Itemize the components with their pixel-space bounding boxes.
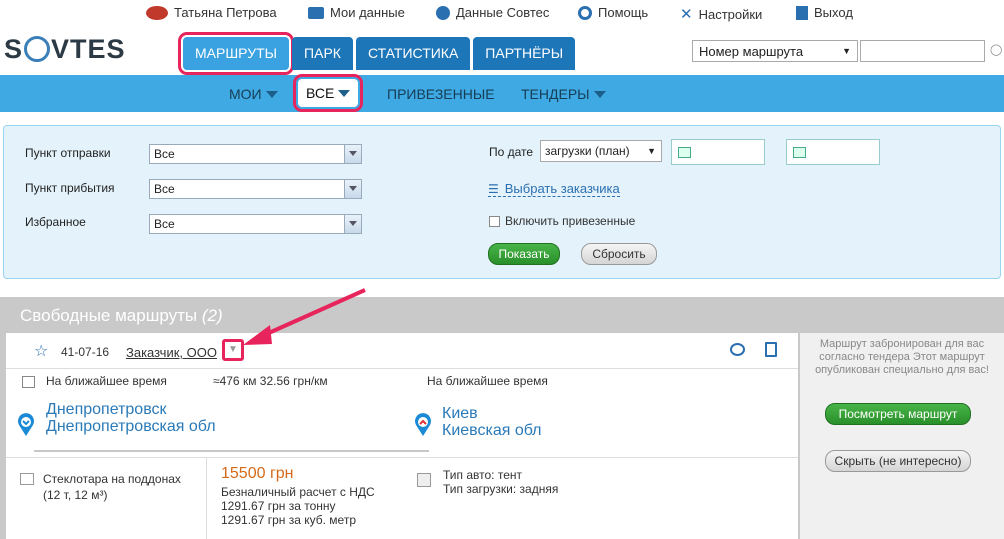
distance-rate: ≈476 км 32.56 грн/км (213, 374, 328, 388)
calendar-icon[interactable] (678, 147, 691, 158)
main-tabs: МАРШРУТЫ ПАРК СТАТИСТИКА ПАРТНЁРЫ (177, 32, 576, 75)
list-icon: ☰ (488, 181, 499, 196)
sovtes-data-link[interactable]: Данные Совтес (436, 5, 549, 20)
document-icon[interactable] (765, 342, 777, 357)
route-number: 41-07-16 (61, 345, 110, 359)
divider (6, 457, 798, 458)
user-menu[interactable]: Татьяна Петрова (146, 5, 277, 20)
caret-down-icon (338, 89, 351, 97)
caret-down-icon (593, 90, 606, 98)
globe-icon (436, 5, 450, 20)
sovtes-logo[interactable]: S VTES (4, 34, 126, 65)
arrival-time: На ближайшее время (427, 374, 548, 388)
favorite-label: Избранное (25, 215, 86, 229)
route-number-select[interactable]: Номер маршрута ▼ (692, 40, 858, 62)
choose-customer-link[interactable]: ☰ Выбрать заказчика (488, 181, 620, 197)
truck-type: Тип авто: тент (443, 468, 522, 482)
filter-panel: Пункт отправки Все Пункт прибытия Все Из… (3, 125, 1001, 279)
divider (6, 368, 798, 369)
departure-time: На ближайшее время (46, 374, 167, 388)
wrench-icon: ✕ (680, 6, 693, 23)
include-delivered-checkbox[interactable]: Включить привезенные (489, 214, 635, 228)
destination-pin-icon (415, 413, 431, 436)
tab-partners[interactable]: ПАРТНЁРЫ (473, 37, 576, 70)
tender-note: Маршрут забронирован для вас согласно те… (815, 338, 989, 376)
caret-down-icon (265, 90, 278, 98)
logout-link[interactable]: Выход (796, 5, 853, 20)
star-icon[interactable]: ☆ (34, 341, 48, 361)
departure-select[interactable]: Все (149, 144, 362, 164)
favorite-select[interactable]: Все (149, 214, 362, 234)
chevron-down-icon (344, 215, 361, 233)
tab-statistics[interactable]: СТАТИСТИКА (355, 37, 471, 70)
subnav-all[interactable]: ВСЕ (292, 74, 364, 112)
my-data-link[interactable]: Мои данные (308, 5, 405, 20)
user-name: Татьяна Петрова (174, 5, 277, 20)
route-actions-panel: Маршрут забронирован для вас согласно те… (800, 333, 1004, 539)
routes-title: Свободные маршруты (2) (20, 306, 223, 325)
chevron-down-icon (344, 145, 361, 163)
header: S VTES МАРШРУТЫ ПАРК СТАТИСТИКА ПАРТНЁРЫ … (0, 26, 1004, 75)
subnav-tenders[interactable]: ТЕНДЕРЫ (521, 86, 606, 102)
price-per-m3: 1291.67 грн за куб. метр (221, 513, 356, 527)
chat-icon[interactable] (730, 343, 745, 356)
sub-navigation: МОИ ВСЕ ПРИВЕЗЕННЫЕ ТЕНДЕРЫ (0, 74, 1004, 112)
arrival-select[interactable]: Все (149, 179, 362, 199)
exit-door-icon (796, 5, 808, 20)
pallet-icon (20, 473, 34, 485)
lifebuoy-icon (578, 5, 592, 20)
truck-icon (417, 473, 431, 487)
date-from-input[interactable] (671, 139, 765, 165)
date-type-select[interactable]: загрузки (план) ▼ (540, 140, 662, 162)
chevron-down-icon: ▼ (647, 146, 656, 156)
payment-type: Безналичный расчет с НДС (221, 485, 375, 499)
reset-button[interactable]: Сбросить (581, 243, 657, 265)
search-icon[interactable]: ◯ (990, 43, 1002, 56)
user-avatar-icon (146, 5, 168, 20)
to-city[interactable]: Киев (442, 405, 478, 422)
chevron-down-icon (344, 180, 361, 198)
cargo-size: (12 т, 12 м³) (43, 488, 108, 502)
calendar-icon (22, 376, 35, 388)
checkbox-box[interactable] (489, 215, 500, 227)
date-to-input[interactable] (786, 139, 880, 165)
divider (206, 458, 207, 539)
from-region: Днепропетровская обл (46, 418, 216, 435)
help-link[interactable]: Помощь (578, 5, 648, 20)
tab-park[interactable]: ПАРК (292, 37, 353, 70)
id-card-icon (308, 6, 324, 19)
origin-pin-icon (18, 413, 34, 436)
loading-type: Тип загрузки: задняя (443, 482, 559, 496)
customer-link[interactable]: Заказчик, ООО (126, 345, 217, 360)
route-search-input[interactable] (860, 40, 985, 62)
settings-link[interactable]: ✕ Настройки (680, 5, 762, 23)
price-per-ton: 1291.67 грн за тонну (221, 499, 336, 513)
subnav-mine[interactable]: МОИ (229, 86, 278, 102)
date-label: По дате (489, 145, 534, 159)
route-price: 15500 грн (221, 465, 294, 482)
routes-count: (2) (201, 306, 223, 325)
view-route-button[interactable]: Посмотреть маршрут (825, 403, 971, 425)
to-region: Киевская обл (442, 422, 542, 439)
tab-routes[interactable]: МАРШРУТЫ (177, 32, 295, 75)
from-city[interactable]: Днепропетровск (46, 401, 167, 418)
hide-route-button[interactable]: Скрыть (не интересно) (825, 450, 971, 472)
subnav-delivered[interactable]: ПРИВЕЗЕННЫЕ (387, 86, 495, 102)
free-routes-panel: Свободные маршруты (2) ☆ 41-07-16 Заказч… (0, 297, 1004, 539)
cargo-name: Стеклотара на поддонах (43, 472, 181, 486)
departure-label: Пункт отправки (25, 146, 111, 160)
top-bar: Татьяна Петрова Мои данные Данные Совтес… (0, 0, 1004, 26)
show-button[interactable]: Показать (488, 243, 560, 265)
chevron-down-icon: ▼ (842, 46, 851, 56)
route-line (34, 450, 429, 452)
route-card: ☆ 41-07-16 Заказчик, ООО ▼ На ближайшее … (6, 333, 798, 539)
logo-globe-icon (24, 36, 51, 62)
arrival-label: Пункт прибытия (25, 181, 115, 195)
calendar-icon[interactable] (793, 147, 806, 158)
filter-icon[interactable]: ▼ (222, 339, 244, 361)
